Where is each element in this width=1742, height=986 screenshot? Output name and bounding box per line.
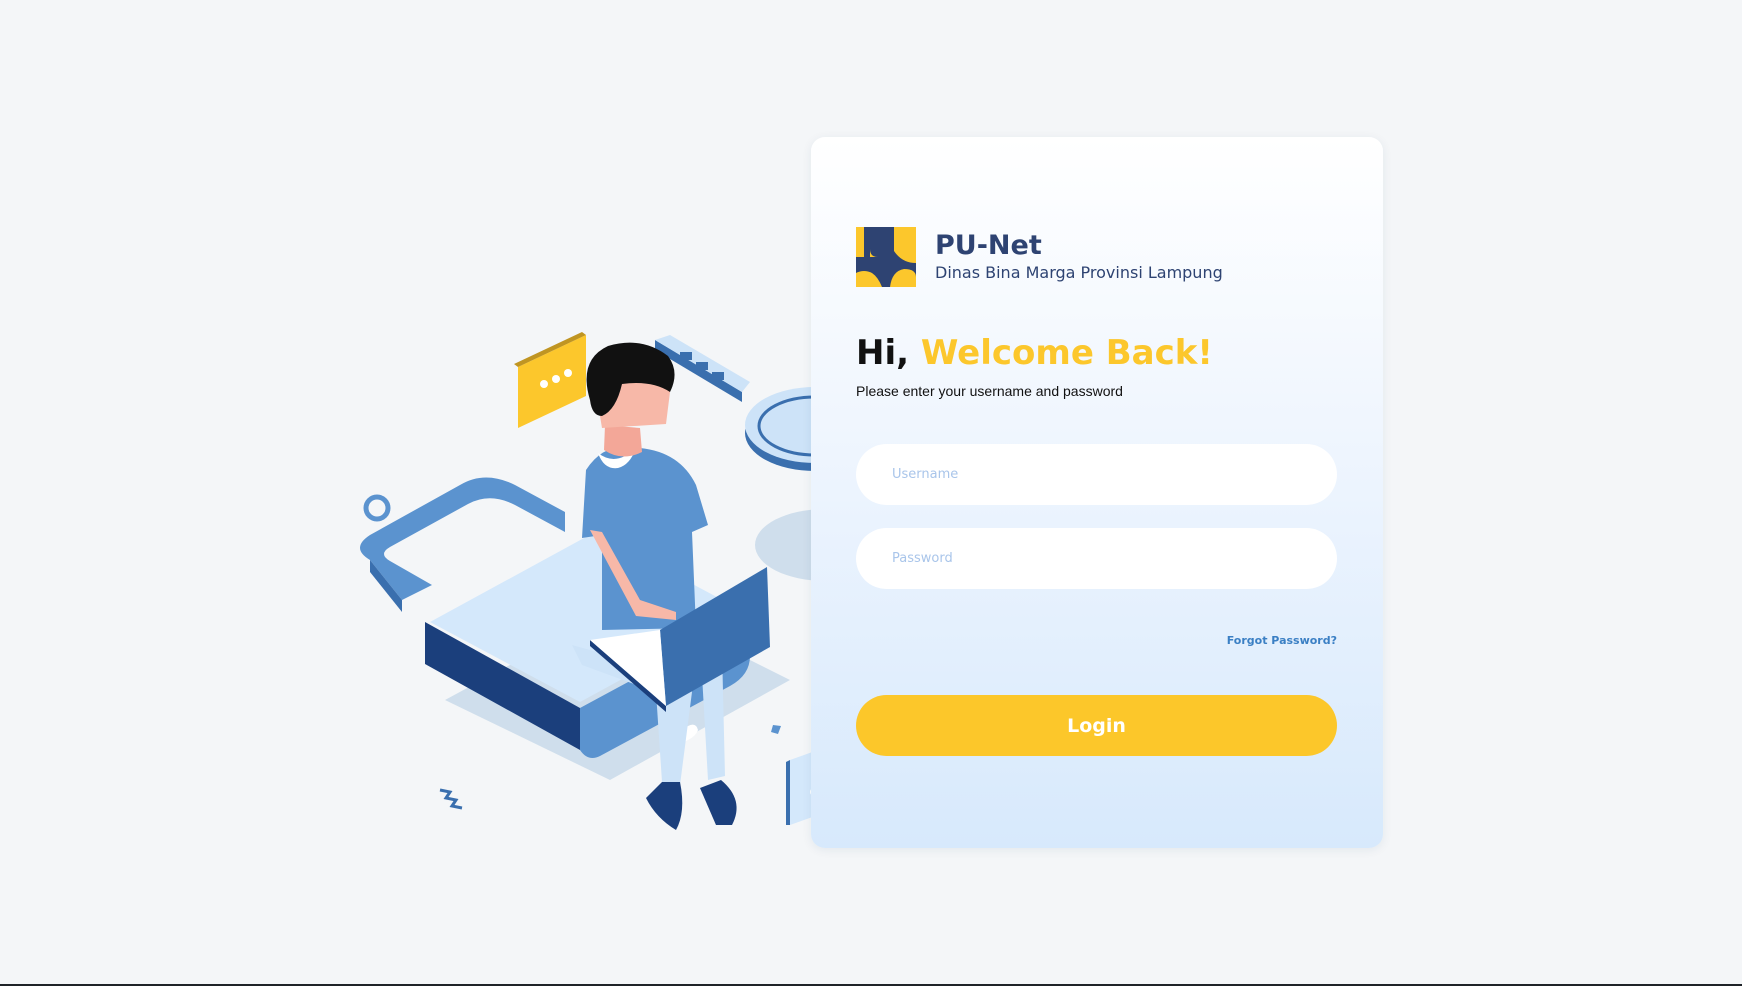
login-instruction: Please enter your username and password — [856, 383, 1123, 399]
decor-zigzag — [439, 788, 463, 810]
login-card: PU-Net Dinas Bina Marga Provinsi Lampung… — [811, 137, 1383, 848]
decor-ring — [363, 494, 391, 522]
password-input[interactable] — [856, 528, 1337, 589]
brand-name: PU-Net — [935, 229, 1042, 261]
pu-logo-icon — [856, 227, 916, 287]
welcome-text: Welcome Back! — [920, 333, 1213, 373]
forgot-password-link[interactable]: Forgot Password? — [1227, 634, 1337, 647]
greeting-text: Hi, — [856, 333, 910, 373]
brand-subtitle: Dinas Bina Marga Provinsi Lampung — [935, 262, 1223, 282]
login-page: PU-Net Dinas Bina Marga Provinsi Lampung… — [0, 0, 1742, 984]
username-input[interactable] — [856, 444, 1337, 505]
brand-header: PU-Net Dinas Bina Marga Provinsi Lampung — [856, 227, 1223, 287]
login-button[interactable]: Login — [856, 695, 1337, 756]
decor-square-2 — [771, 725, 781, 734]
brand-text: PU-Net Dinas Bina Marga Provinsi Lampung — [935, 229, 1223, 284]
chat-bubble-icon — [514, 332, 586, 428]
welcome-heading: Hi, Welcome Back! — [856, 332, 1213, 374]
